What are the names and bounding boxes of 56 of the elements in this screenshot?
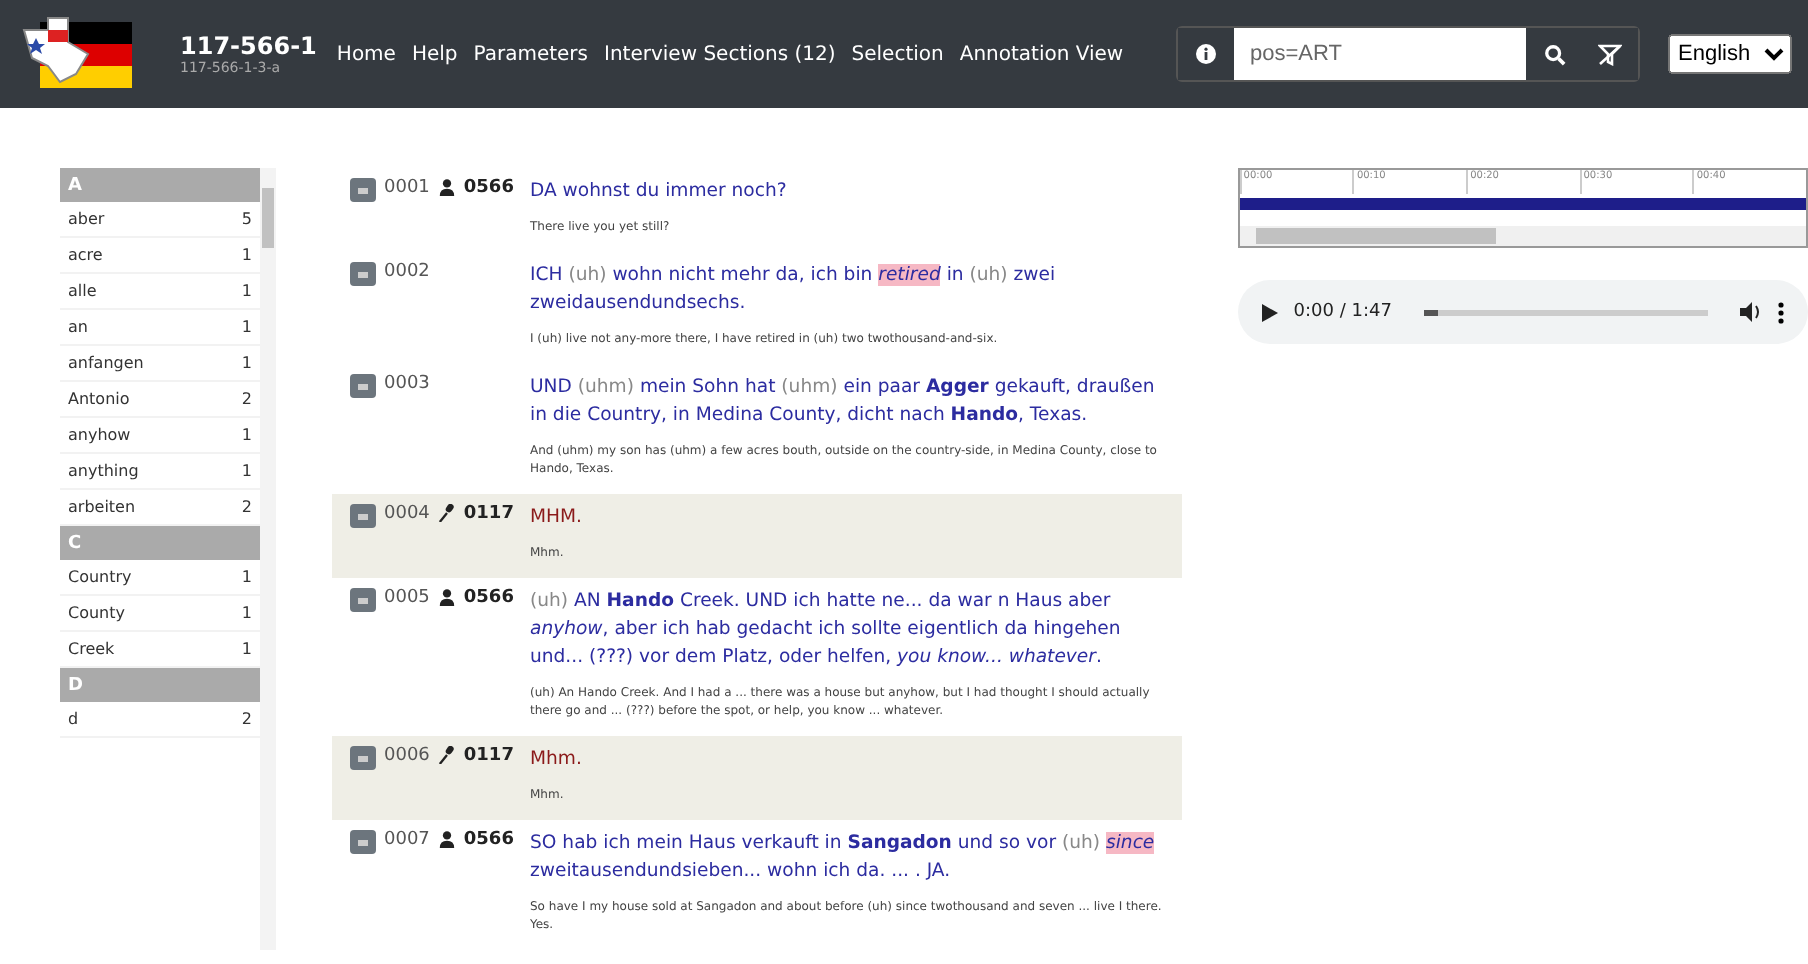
nav-link[interactable]: Annotation View [959, 43, 1124, 65]
transcript-text: SO hab ich mein Haus verkauft in Sangadon und so vor (uh) since zweitausendundsieben... wohn ich da. ... . JA. [530, 830, 1157, 886]
progress-track[interactable] [1423, 309, 1708, 315]
transcript-text: (uh) AN Hando Creek. UND ich hatte ne... da war n Haus aber anyhow, aber ich hab gedacht ich sollte eigentlich da hingehen und... (???) vor dem Platz, oder helfen, you know... whatever. [530, 588, 1123, 672]
nav-link[interactable]: Parameters [473, 43, 589, 65]
line-number: 0005 [384, 588, 430, 608]
person-icon [437, 178, 456, 196]
play-icon[interactable] [1261, 303, 1278, 321]
play-segment-button[interactable] [350, 588, 376, 612]
transcript-text: UND (uhm) mein Sohn hat (uhm) ein paar Agger gekauft, draußen in die Country, in Medina County, dicht nach Hando, Texas. [530, 374, 1157, 430]
line-number: 0006 [384, 746, 430, 766]
square-icon [358, 513, 368, 519]
more-icon[interactable] [1778, 301, 1784, 323]
square-icon [358, 187, 368, 193]
square-icon [358, 839, 368, 845]
play-segment-button[interactable] [350, 262, 376, 286]
microphone-icon [437, 504, 456, 522]
line-number: 0002 [384, 262, 430, 282]
nav-link[interactable]: Home [336, 43, 396, 65]
transcript-text: Mhm. [530, 746, 584, 774]
play-segment-button[interactable] [350, 178, 376, 202]
line-number: 0004 [384, 504, 430, 524]
play-segment-button[interactable] [350, 374, 376, 398]
person-icon [437, 588, 456, 606]
interview-title: 117-566-1 [180, 32, 317, 60]
speaker-id: 0117 [463, 504, 514, 524]
letter-header: C [60, 526, 260, 560]
transcript-text: DA wohnst du immer noch? [530, 178, 789, 206]
person-icon [437, 830, 456, 848]
transcript-text: ICH (uh) wohn nicht mehr da, ich bin retired in (uh) zwei zweidausendundsechs. [530, 262, 1058, 318]
speaker-id: 0566 [463, 178, 514, 198]
volume-icon[interactable] [1740, 302, 1762, 322]
nav-link[interactable]: Interview Sections (12) [604, 43, 836, 65]
play-segment-button[interactable] [350, 746, 376, 770]
nav-link[interactable]: Help [411, 43, 458, 65]
speaker-id: 0117 [463, 746, 514, 766]
transcript-text: MHM. [530, 504, 584, 532]
language-select[interactable]: English [1668, 34, 1792, 74]
scrollbar[interactable] [260, 168, 276, 950]
microphone-icon [437, 746, 456, 764]
square-icon [358, 755, 368, 761]
nav-link[interactable]: Selection [851, 43, 944, 65]
play-segment-button[interactable] [350, 504, 376, 528]
play-segment-button[interactable] [350, 830, 376, 854]
square-icon [358, 597, 368, 603]
letter-header: D [60, 668, 260, 702]
time-display: 0:00 / 1:47 [1293, 302, 1392, 322]
speaker-id: 0566 [463, 588, 514, 608]
speaker-id: 0566 [463, 830, 514, 850]
line-number: 0001 [384, 178, 430, 198]
square-icon [358, 271, 368, 277]
letter-header: A [60, 168, 260, 202]
horizontal-scrollbar[interactable] [1239, 226, 1806, 246]
line-number: 0003 [384, 374, 430, 394]
line-number: 0007 [384, 830, 430, 850]
square-icon [358, 383, 368, 389]
